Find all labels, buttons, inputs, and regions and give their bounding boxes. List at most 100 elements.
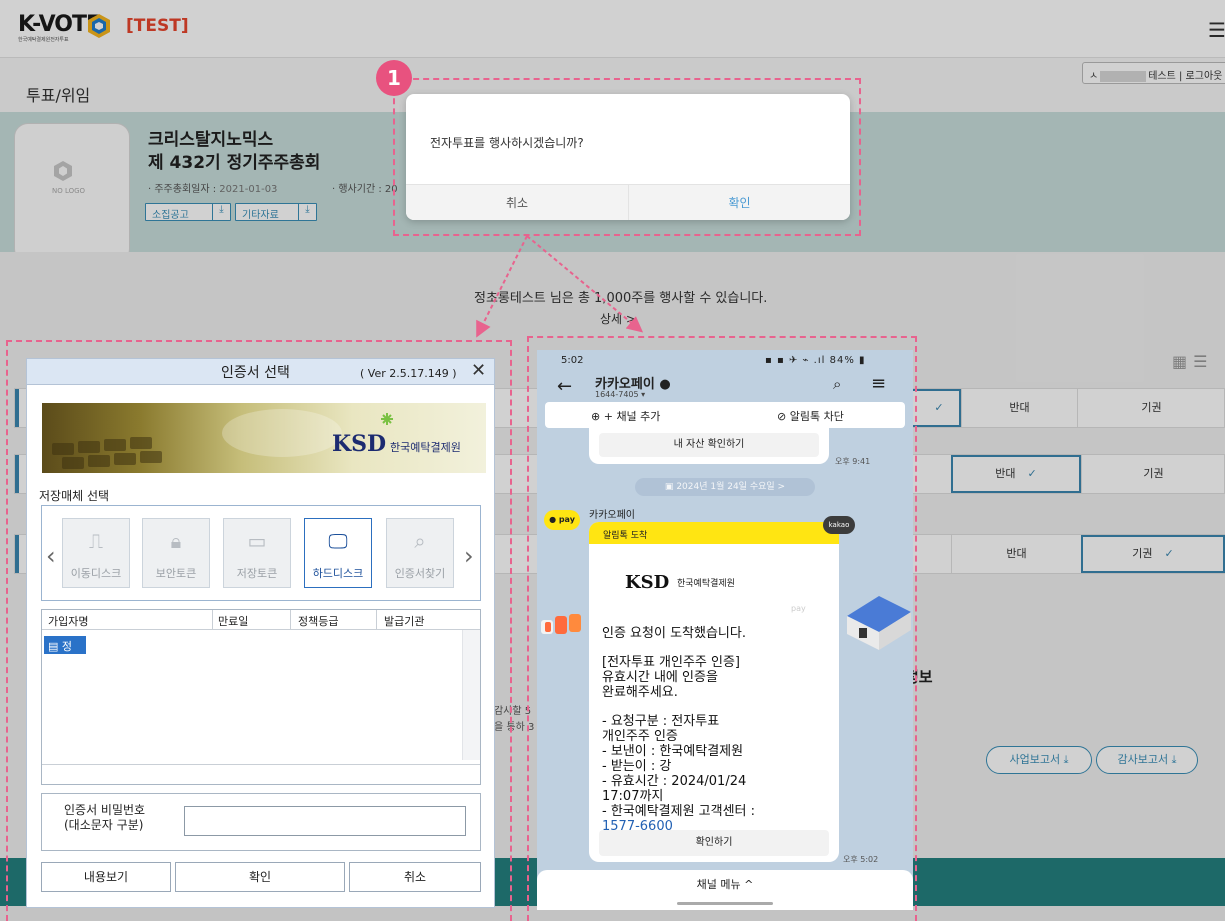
message-line: 완료해주세요. <box>602 685 678 700</box>
channel-bar: ⊕ + 채널 추가 ⊘ 알림톡 차단 <box>545 402 905 428</box>
alimtalk-message-bubble: 알림톡 도착 KSD 한국예탁결제원 pay 인증 요청이 도착했습니다. [전… <box>589 522 839 862</box>
status-time: 5:02 <box>561 355 584 366</box>
certificate-password-input[interactable] <box>184 806 466 836</box>
media-hard-disk[interactable]: 🖵︎ 하드디스크 <box>304 518 372 588</box>
vertical-scrollbar[interactable] <box>462 630 480 760</box>
chat-phone: 1644-7405 ▾ <box>595 390 646 399</box>
message-line: [전자투표 개인주주 인증] <box>602 655 741 670</box>
view-certificate-button[interactable]: 내용보기 <box>41 862 171 892</box>
column-divider <box>290 610 291 630</box>
column-expiry[interactable]: 만료일 <box>218 613 248 629</box>
message-line: - 유효시간 : 2024/01/24 <box>602 774 747 789</box>
card-icon: ▭ <box>247 529 267 553</box>
message-body: 인증 요청이 도착했습니다. [전자투표 개인주주 인증] 유효시간 내에 인증… <box>602 626 832 834</box>
block-icon: ⊘ <box>777 410 787 423</box>
certificate-title: 인증서 선택 <box>221 365 290 381</box>
message-line: - 받는이 : 강 <box>602 759 672 774</box>
certificate-icon: ▤ <box>48 640 59 653</box>
media-removable-disk[interactable]: ⎍ 이동디스크 <box>62 518 130 588</box>
block-alert-button[interactable]: ⊘ 알림톡 차단 <box>777 408 844 424</box>
media-label: 하드디스크 <box>312 567 364 580</box>
column-divider <box>212 610 213 630</box>
media-label: 인증서찾기 <box>394 567 446 580</box>
media-label: 저장토큰 <box>236 567 278 580</box>
certificate-cancel-button[interactable]: 취소 <box>349 862 481 892</box>
back-arrow-icon[interactable]: ← <box>557 376 572 397</box>
phone-screen: 5:02 ▪ ▪ ✈ ⌁ .ıl 84% ▮ ← 카카오페이 ● 1644-74… <box>537 350 913 910</box>
message-line: 인증 요청이 도착했습니다. <box>602 626 746 641</box>
search-certificate-icon: ⌕ <box>414 529 426 553</box>
certificate-ok-button[interactable]: 확인 <box>175 862 345 892</box>
password-label: 인증서 비밀번호 (대소문자 구분) <box>64 803 145 833</box>
sender-name: 카카오페이 <box>589 510 635 521</box>
banner-keyboard-graphic <box>52 409 393 469</box>
column-policy[interactable]: 정책등급 <box>298 613 338 629</box>
kakaopay-avatar[interactable]: ● pay <box>544 510 580 530</box>
confirm-cancel-button[interactable]: 취소 <box>406 184 628 220</box>
ksd-logo: KSD <box>332 431 387 457</box>
media-storage-token[interactable]: ▭ 저장토큰 <box>223 518 291 588</box>
decoration-blocks-icon <box>541 614 581 634</box>
message-time: 오후 5:02 <box>843 855 879 864</box>
horizontal-scrollbar[interactable] <box>42 764 480 784</box>
verified-icon: ● <box>659 377 671 392</box>
certificate-table-header: 가입자명 만료일 정책등급 발급기관 <box>42 610 480 630</box>
column-issuer[interactable]: 발급기관 <box>384 613 424 629</box>
message-line: - 요청구분 : 전자투표 <box>602 714 720 729</box>
pay-badge-text: pay <box>558 515 575 524</box>
kakao-badge: kakao <box>823 516 855 534</box>
calendar-icon: ▣ <box>664 482 674 492</box>
usb-icon: ⎍ <box>89 529 103 553</box>
column-divider <box>376 610 377 630</box>
media-label: 보안토큰 <box>155 567 197 580</box>
add-channel-button[interactable]: ⊕ + 채널 추가 <box>591 408 660 424</box>
media-security-token[interactable]: 🔒︎ 보안토큰 <box>142 518 210 588</box>
date-divider-text: 2024년 1월 24일 수요일 > <box>676 482 786 492</box>
close-icon[interactable]: ✕ <box>471 360 486 381</box>
message-ksd-logo: KSD <box>625 572 670 593</box>
storage-label: 저장매체 선택 <box>39 489 110 503</box>
certificate-version: ( Ver 2.5.17.149 ) <box>360 367 457 380</box>
pay-watermark: pay <box>791 604 806 613</box>
phone-status-bar: 5:02 ▪ ▪ ✈ ⌁ .ıl 84% ▮ <box>537 350 913 368</box>
channel-plus-icon: ⊕ <box>591 410 601 423</box>
add-channel-label: 채널 추가 <box>616 410 661 423</box>
certificate-subscriber: 정 <box>61 640 73 653</box>
block-alert-label: 알림톡 차단 <box>789 410 844 423</box>
storage-selector: ‹ ⎍ 이동디스크 🔒︎ 보안토큰 ▭ 저장토큰 🖵︎ 하드디스크 ⌕ 인증서찾기 › <box>41 505 481 601</box>
confirm-ok-button[interactable]: 확인 <box>628 184 850 220</box>
home-indicator <box>677 902 773 905</box>
date-divider: ▣ 2024년 1월 24일 수요일 > <box>635 478 815 496</box>
password-label-line: 인증서 비밀번호 <box>64 803 146 817</box>
confirm-dialog: 전자투표를 행사하시겠습니까? 취소 확인 <box>406 94 850 220</box>
status-icons: ▪ ▪ ✈ ⌁ .ıl 84% ▮ <box>765 355 866 366</box>
message-confirm-button[interactable]: 확인하기 <box>599 830 829 856</box>
certificate-row-selected[interactable]: ▤ 정 <box>44 636 86 654</box>
step-badge: 1 <box>376 60 412 96</box>
password-label-hint: (대소문자 구분) <box>64 818 144 832</box>
chat-header: ← 카카오페이 ● 1644-7405 ▾ ⌕ ≡ <box>537 368 913 402</box>
ksd-korean-name: 한국예탁결제원 <box>390 441 461 454</box>
message-line: 17:07까지 <box>602 789 664 804</box>
confirm-message: 전자투표를 행사하시겠습니까? <box>430 136 584 150</box>
media-find-certificate[interactable]: ⌕ 인증서찾기 <box>386 518 454 588</box>
battery-level: 84% <box>829 355 855 366</box>
column-subscriber[interactable]: 가입자명 <box>48 613 88 629</box>
ksd-banner: KSD 한국예탁결제원 <box>42 403 486 473</box>
previous-message-bubble: 내 자산 확인하기 <box>589 428 829 464</box>
message-line: 개인주주 인증 <box>602 729 678 744</box>
media-label: 이동디스크 <box>70 567 122 580</box>
message-ksd-korean: 한국예탁결제원 <box>677 579 735 589</box>
password-section: 인증서 비밀번호 (대소문자 구분) <box>41 793 481 851</box>
certificate-titlebar: 인증서 선택 ( Ver 2.5.17.149 ) ✕ <box>27 359 494 385</box>
menu-icon[interactable]: ≡ <box>871 373 886 394</box>
chevron-right-icon[interactable]: › <box>464 542 474 570</box>
alimtalk-header: 알림톡 도착 <box>589 522 839 544</box>
chevron-left-icon[interactable]: ‹ <box>46 542 56 570</box>
check-assets-button[interactable]: 내 자산 확인하기 <box>599 433 819 457</box>
certificate-dialog: 인증서 선택 ( Ver 2.5.17.149 ) ✕ KSD 한국예탁결제원 … <box>26 358 495 908</box>
message-line: 유효시간 내에 인증을 <box>602 670 718 685</box>
search-icon[interactable]: ⌕ <box>833 375 841 393</box>
previous-message-time: 오후 9:41 <box>835 457 871 466</box>
message-line: - 한국예탁결제원 고객센터 : <box>602 804 756 819</box>
